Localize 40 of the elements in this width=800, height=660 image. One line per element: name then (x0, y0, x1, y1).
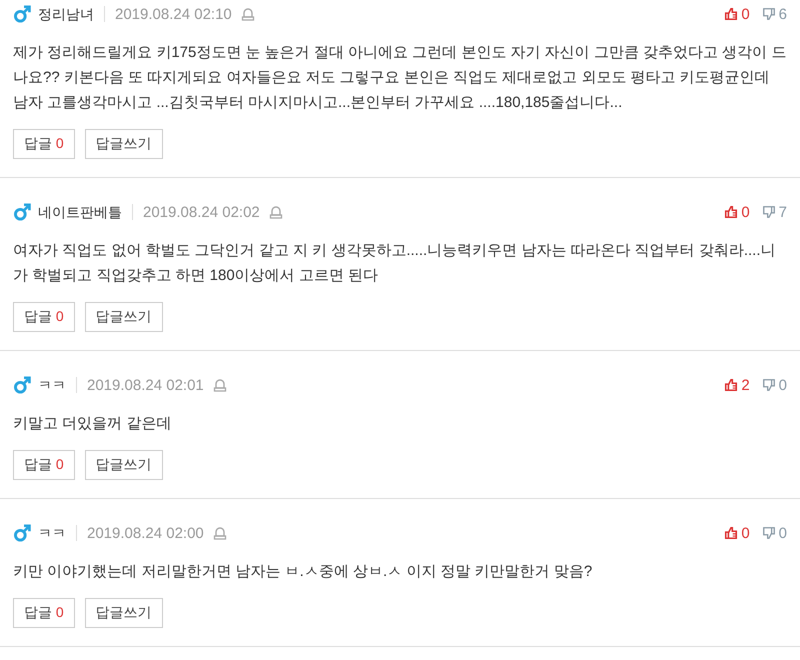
like-button[interactable]: 0 (724, 6, 750, 22)
author-name: 네이트판베틀 (38, 204, 133, 220)
write-reply-button[interactable]: 답글쓰기 (84, 598, 163, 628)
like-button[interactable]: 2 (724, 376, 750, 394)
thumbs-up-icon (724, 7, 738, 21)
comment-date: 2019.08.24 02:00 (87, 524, 204, 542)
reply-count-button[interactable]: 답글 0 (13, 129, 75, 159)
write-reply-button[interactable]: 답글쓰기 (84, 129, 163, 159)
comment-date: 2019.08.24 02:02 (143, 204, 260, 220)
bell-icon[interactable] (212, 377, 228, 393)
reply-count-button[interactable]: 답글 0 (13, 450, 75, 480)
author-name: ㅋㅋ (38, 525, 77, 541)
comment-text: 키말고 더있을꺼 같은데 (13, 414, 172, 434)
bell-icon[interactable] (212, 525, 228, 541)
thumbs-up-icon (724, 378, 738, 392)
thumbs-down-icon (762, 526, 776, 540)
comment-date: 2019.08.24 02:01 (87, 376, 204, 394)
thumbs-down-icon (762, 7, 776, 21)
comment-text: 제가 정리해드릴게요 키175정도면 눈 높은거 절대 아니에요 그런데 본인도 자기 자신이 그만큼 갖추었다고 생각이 드나요?? 키본다음 또 따지게되요 여자들은요 저도 그렇구요 본인은 직업도 제대로없고 외모도 평타고 키도평균인데 남자 고를생각마시고 ...김칫국부터 마시지마시고...본인부터 가꾸세요 ....180,185줄섭니다... (13, 43, 787, 113)
bell-icon[interactable] (240, 6, 256, 22)
write-reply-button[interactable]: 답글쓰기 (84, 450, 163, 480)
reply-count-button[interactable]: 답글 0 (13, 598, 75, 628)
comment-text: 키만 이야기했는데 저리말한거면 남자는 ㅂ.ㅅ중에 상ㅂ.ㅅ 이지 정말 키만말한거 맞음? (13, 562, 594, 582)
like-button[interactable]: 0 (724, 204, 750, 220)
author-name: 정리남녀 (38, 6, 105, 22)
thumbs-up-icon (724, 205, 738, 219)
bell-icon[interactable] (268, 204, 284, 220)
comment-date: 2019.08.24 02:10 (115, 6, 232, 22)
comment-text: 여자가 직업도 없어 학벌도 그닥인거 같고 지 키 생각못하고.....니능력키우면 남자는 따라온다 직업부터 갖춰라....니가 학벌되고 직업갖추고 하면 180이상에서 고르면 된다 (13, 241, 777, 286)
male-icon (13, 203, 31, 221)
author-name: ㅋㅋ (38, 377, 77, 393)
reply-count-button[interactable]: 답글 0 (13, 302, 75, 332)
male-icon (13, 5, 31, 23)
male-icon (13, 376, 31, 394)
like-button[interactable]: 0 (724, 524, 750, 542)
thumbs-down-icon (762, 378, 776, 392)
thumbs-down-icon (762, 205, 776, 219)
thumbs-up-icon (724, 526, 738, 540)
write-reply-button[interactable]: 답글쓰기 (84, 302, 163, 332)
male-icon (13, 524, 31, 542)
